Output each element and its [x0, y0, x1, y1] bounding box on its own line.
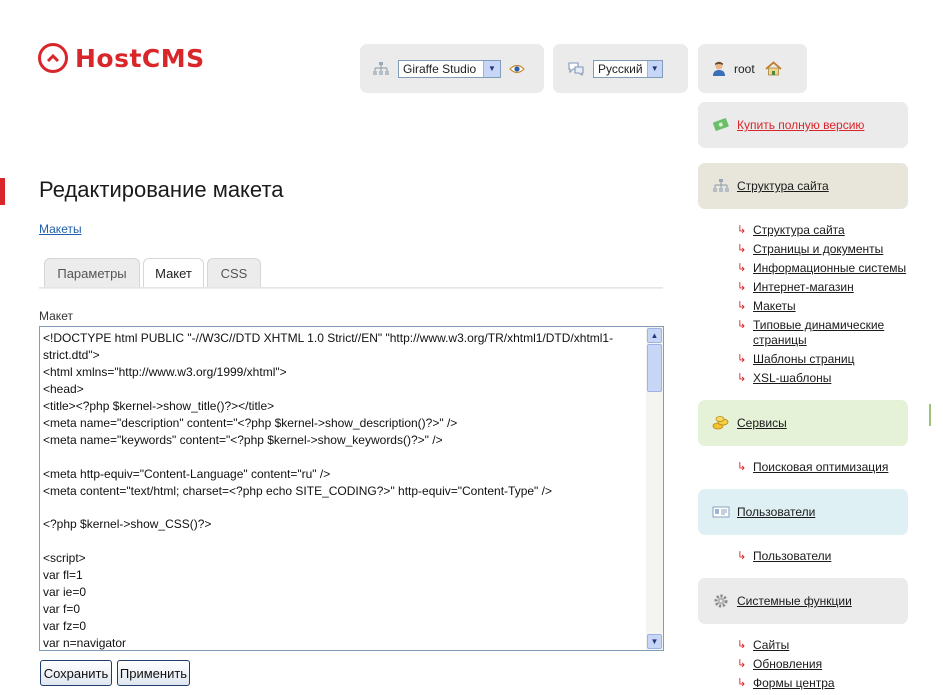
submenu-link[interactable]: Структура сайта — [753, 223, 845, 237]
list-item: ↳ Структура сайта — [737, 223, 923, 238]
site-select-value: Giraffe Studio — [403, 61, 477, 76]
submenu-link[interactable]: Типовые динамические страницы — [753, 318, 884, 347]
arrow-icon: ↳ — [737, 677, 747, 689]
chat-bubbles-icon — [567, 61, 585, 77]
user-panel: root — [698, 44, 807, 93]
users-block: Пользователи — [698, 489, 908, 535]
list-item: ↳ Типовые динамические страницы — [737, 318, 923, 348]
submenu-link[interactable]: Страницы и документы — [753, 242, 883, 256]
users-link[interactable]: Пользователи — [737, 505, 815, 519]
list-item: ↳ Сайты — [737, 638, 923, 653]
gear-icon — [712, 592, 730, 610]
arrow-icon: ↳ — [737, 300, 747, 312]
apply-button[interactable]: Применить — [117, 660, 190, 686]
site-structure-icon — [372, 61, 390, 77]
collapse-handle[interactable] — [929, 404, 931, 426]
site-select[interactable]: Giraffe Studio ▼ — [398, 59, 501, 78]
breadcrumb-link[interactable]: Макеты — [39, 222, 82, 236]
submenu-link[interactable]: Пользователи — [753, 549, 831, 563]
list-item: ↳ Информационные системы — [737, 261, 923, 276]
arrow-icon: ↳ — [737, 262, 747, 274]
arrow-icon: ↳ — [737, 550, 747, 562]
arrow-icon: ↳ — [737, 224, 747, 236]
chevron-down-icon[interactable]: ▼ — [646, 60, 662, 77]
logo-text: HostCMS — [75, 43, 205, 73]
list-item: ↳ Интернет-магазин — [737, 280, 923, 295]
tab-layout[interactable]: Макет — [143, 258, 204, 288]
tab-bar: Параметры Макет CSS — [44, 258, 264, 288]
list-item: ↳ Макеты — [737, 299, 923, 314]
page-title: Редактирование макета — [39, 177, 284, 202]
eye-icon[interactable] — [509, 63, 525, 75]
tabs-divider — [39, 287, 663, 289]
services-link[interactable]: Сервисы — [737, 416, 787, 430]
submenu-link[interactable]: Поисковая оптимизация — [753, 460, 888, 474]
system-functions-link[interactable]: Системные функции — [737, 594, 852, 608]
tab-css[interactable]: CSS — [207, 258, 261, 287]
logo-chevron-icon — [38, 43, 68, 73]
submenu-link[interactable]: XSL-шаблоны — [753, 371, 831, 385]
submenu-link[interactable]: Сайты — [753, 638, 789, 652]
list-item: ↳ Обновления — [737, 657, 923, 672]
arrow-icon: ↳ — [737, 243, 747, 255]
active-section-marker — [0, 178, 5, 205]
submenu-link[interactable]: Шаблоны страниц — [753, 352, 854, 366]
list-item: ↳ Шаблоны страниц — [737, 352, 923, 367]
site-panel: Giraffe Studio ▼ — [360, 44, 544, 93]
list-item: ↳ Страницы и документы — [737, 242, 923, 257]
list-item: ↳ Поисковая оптимизация — [737, 460, 923, 475]
system-functions-block: Системные функции — [698, 578, 908, 624]
arrow-icon: ↳ — [737, 639, 747, 651]
submenu-link[interactable]: Интернет-магазин — [753, 280, 854, 294]
arrow-icon: ↳ — [737, 281, 747, 293]
code-editor[interactable]: <!DOCTYPE html PUBLIC "-//W3C//DTD XHTML… — [39, 326, 664, 651]
list-item: ↳ XSL-шаблоны — [737, 371, 923, 386]
site-structure-link[interactable]: Структура сайта — [737, 179, 829, 193]
scroll-up-icon[interactable]: ▲ — [647, 328, 662, 343]
site-structure-icon — [712, 177, 730, 195]
language-panel: Русский ▼ — [553, 44, 688, 93]
arrow-icon: ↳ — [737, 658, 747, 670]
submenu-link[interactable]: Макеты — [753, 299, 796, 313]
arrow-icon: ↳ — [737, 353, 747, 365]
scroll-thumb[interactable] — [647, 344, 662, 392]
user-name: root — [734, 61, 755, 76]
buy-full-version-link[interactable]: Купить полную версию — [737, 118, 864, 132]
language-select-value: Русский — [598, 61, 643, 76]
users-submenu: ↳ Пользователи — [737, 549, 923, 568]
ticket-icon — [712, 116, 730, 134]
chevron-down-icon[interactable]: ▼ — [483, 60, 500, 77]
site-structure-block: Структура сайта — [698, 163, 908, 209]
arrow-icon: ↳ — [737, 372, 747, 384]
submenu-link[interactable]: Информационные системы — [753, 261, 906, 275]
buy-full-version-block: Купить полную версию — [698, 102, 908, 148]
site-structure-submenu: ↳ Структура сайта ↳ Страницы и документы ↳… — [737, 223, 923, 390]
coins-icon — [712, 414, 730, 432]
list-item: ↳ Формы центра — [737, 676, 923, 691]
scroll-down-icon[interactable]: ▼ — [647, 634, 662, 649]
editor-scrollbar[interactable]: ▲ ▼ — [646, 327, 663, 650]
tab-parameters[interactable]: Параметры — [44, 258, 140, 287]
list-item: ↳ Пользователи — [737, 549, 923, 564]
services-block: Сервисы — [698, 400, 908, 446]
home-icon[interactable] — [765, 61, 782, 76]
logo[interactable]: HostCMS — [38, 43, 205, 73]
submenu-link[interactable]: Формы центра — [753, 676, 835, 690]
editor-label: Макет — [39, 309, 73, 323]
arrow-icon: ↳ — [737, 319, 747, 331]
language-select[interactable]: Русский ▼ — [593, 59, 663, 78]
services-submenu: ↳ Поисковая оптимизация — [737, 460, 923, 479]
submenu-link[interactable]: Обновления — [753, 657, 822, 671]
user-icon — [712, 61, 726, 77]
code-content[interactable]: <!DOCTYPE html PUBLIC "-//W3C//DTD XHTML… — [43, 330, 646, 650]
id-card-icon — [712, 503, 730, 521]
save-button[interactable]: Сохранить — [40, 660, 112, 686]
arrow-icon: ↳ — [737, 461, 747, 473]
system-functions-submenu: ↳ Сайты ↳ Обновления ↳ Формы центра — [737, 638, 923, 695]
